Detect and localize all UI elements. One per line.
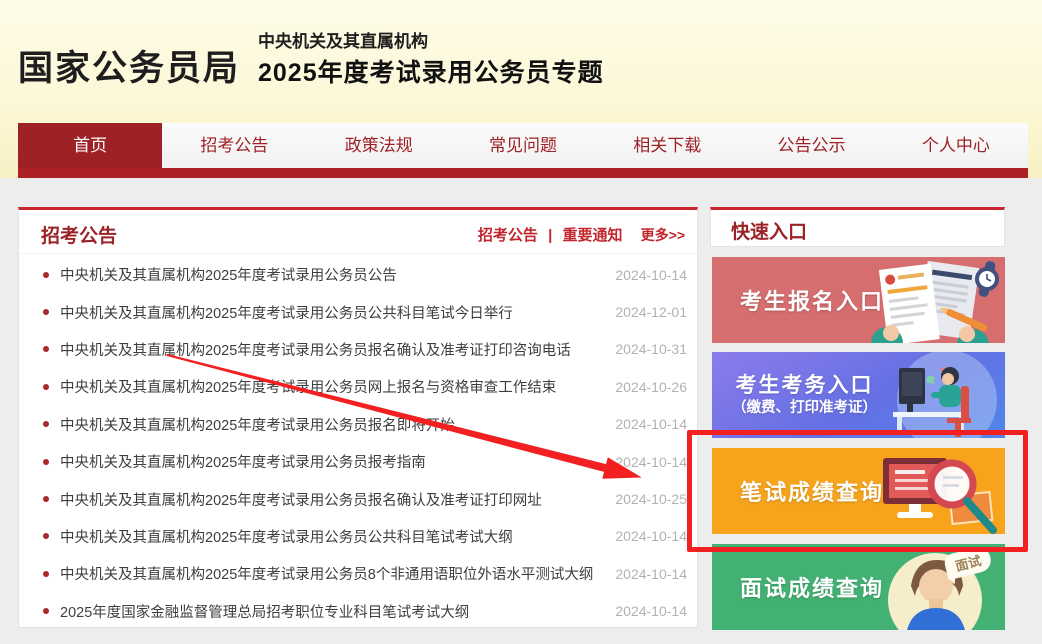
banner-label: 笔试成绩查询 <box>740 475 884 507</box>
banner-exam-service-entry[interactable]: 考生考务入口 （缴费、打印准考证） <box>712 352 1005 438</box>
announcements-list: 中央机关及其直属机构2025年度考试录用公务员公告 2024-10-14 中央机… <box>19 254 697 630</box>
banner-label: 考生报名入口 <box>740 284 884 316</box>
banner-sublabel: （缴费、打印准考证） <box>732 399 877 417</box>
bullet-icon <box>43 346 49 352</box>
announcement-date: 2024-10-14 <box>615 528 687 544</box>
banner-interview-score-inquiry[interactable]: 面试成绩查询 面试 <box>712 544 1005 630</box>
list-item[interactable]: 中央机关及其直属机构2025年度考试录用公务员报名即将开始 2024-10-14 <box>19 406 697 443</box>
list-item[interactable]: 中央机关及其直属机构2025年度考试录用公务员报名确认及准考证打印咨询电话 20… <box>19 331 697 368</box>
bullet-icon <box>43 421 49 427</box>
list-item[interactable]: 中央机关及其直属机构2025年度考试录用公务员报名确认及准考证打印网址 2024… <box>19 480 697 517</box>
announcement-date: 2024-10-26 <box>615 379 687 395</box>
filter-link-announcements[interactable]: 招考公告 <box>478 227 538 244</box>
announcement-link[interactable]: 2025年度国家金融监督管理总局招考职位专业科目笔试考试大纲 <box>60 601 607 622</box>
announcement-date: 2024-10-14 <box>615 454 687 470</box>
announcement-link[interactable]: 中央机关及其直属机构2025年度考试录用公务员8个非通用语职位外语水平测试大纲 <box>60 563 607 584</box>
announcements-panel: 招考公告 招考公告 | 重要通知 更多>> 中央机关及其直属机构2025年度考试… <box>18 207 698 628</box>
nav-tab-policies[interactable]: 政策法规 <box>307 123 451 168</box>
page-title: 2025年度考试录用公务员专题 <box>258 53 604 89</box>
quick-entry-panel: 快速入口 <box>710 207 1005 247</box>
announcement-link[interactable]: 中央机关及其直属机构2025年度考试录用公务员网上报名与资格审查工作结束 <box>60 376 607 397</box>
announcements-filters: 招考公告 | 重要通知 更多>> <box>478 224 685 245</box>
list-item[interactable]: 中央机关及其直属机构2025年度考试录用公务员8个非通用语职位外语水平测试大纲 … <box>19 555 697 592</box>
bullet-icon <box>43 533 49 539</box>
announcements-title: 招考公告 <box>41 221 117 248</box>
bullet-icon <box>43 459 49 465</box>
nav-tab-faq[interactable]: 常见问题 <box>451 123 595 168</box>
banner-written-score-inquiry[interactable]: 笔试成绩查询 <box>712 448 1005 534</box>
bullet-icon <box>43 608 49 614</box>
list-item[interactable]: 中央机关及其直属机构2025年度考试录用公务员公共科目笔试今日举行 2024-1… <box>19 293 697 330</box>
announcement-date: 2024-10-25 <box>615 491 687 507</box>
banner-label: 考生考务入口 （缴费、打印准考证） <box>732 373 877 417</box>
announcement-date: 2024-10-14 <box>615 566 687 582</box>
exam-service-illustration <box>855 352 1005 438</box>
announcement-link[interactable]: 中央机关及其直属机构2025年度考试录用公务员报名确认及准考证打印网址 <box>60 489 607 510</box>
bullet-icon <box>43 272 49 278</box>
bullet-icon <box>43 384 49 390</box>
list-item[interactable]: 中央机关及其直属机构2025年度考试录用公务员网上报名与资格审查工作结束 202… <box>19 368 697 405</box>
nav-tabs: 首页 招考公告 政策法规 常见问题 相关下载 公告公示 个人中心 <box>18 123 1028 168</box>
announcement-date: 2024-12-01 <box>615 304 687 320</box>
banner-candidate-registration[interactable]: 考生报名入口 <box>712 257 1005 343</box>
announcement-link[interactable]: 中央机关及其直属机构2025年度考试录用公务员报名确认及准考证打印咨询电话 <box>60 339 607 360</box>
more-link[interactable]: 更多>> <box>641 227 685 243</box>
announcement-link[interactable]: 中央机关及其直属机构2025年度考试录用公务员公共科目笔试今日举行 <box>60 302 607 323</box>
filter-link-important[interactable]: 重要通知 <box>562 227 622 244</box>
nav-bottom-strip <box>18 168 1028 178</box>
list-item[interactable]: 2025年度国家金融监督管理总局招考职位专业科目笔试考试大纲 2024-10-1… <box>19 593 697 630</box>
announcement-date: 2024-10-14 <box>615 267 687 283</box>
announcement-link[interactable]: 中央机关及其直属机构2025年度考试录用公务员报考指南 <box>60 451 607 472</box>
announcement-date: 2024-10-14 <box>615 416 687 432</box>
nav-tab-notices[interactable]: 公告公示 <box>739 123 883 168</box>
bullet-icon <box>43 571 49 577</box>
nav-tab-personal-center[interactable]: 个人中心 <box>884 123 1028 168</box>
list-item[interactable]: 中央机关及其直属机构2025年度考试录用公务员公告 2024-10-14 <box>19 256 697 293</box>
list-item[interactable]: 中央机关及其直属机构2025年度考试录用公务员报考指南 2024-10-14 <box>19 443 697 480</box>
filter-separator: | <box>548 227 552 244</box>
main-navbar: 首页 招考公告 政策法规 常见问题 相关下载 公告公示 个人中心 <box>18 123 1028 178</box>
announcement-date: 2024-10-14 <box>615 603 687 619</box>
header-subtitle-line1: 中央机关及其直属机构 <box>258 27 428 52</box>
bullet-icon <box>43 309 49 315</box>
quick-entry-title: 快速入口 <box>731 217 807 244</box>
nav-tab-downloads[interactable]: 相关下载 <box>595 123 739 168</box>
announcements-panel-header: 招考公告 招考公告 | 重要通知 更多>> <box>19 210 697 254</box>
bullet-icon <box>43 496 49 502</box>
site-logo-text: 国家公务员局 <box>18 40 240 91</box>
announcement-link[interactable]: 中央机关及其直属机构2025年度考试录用公务员报名即将开始 <box>60 414 607 435</box>
watch-icon <box>975 260 999 297</box>
announcement-link[interactable]: 中央机关及其直属机构2025年度考试录用公务员公告 <box>60 264 607 285</box>
list-item[interactable]: 中央机关及其直属机构2025年度考试录用公务员公共科目笔试考试大纲 2024-1… <box>19 518 697 555</box>
nav-tab-announcements[interactable]: 招考公告 <box>162 123 306 168</box>
announcement-date: 2024-10-31 <box>615 341 687 357</box>
banner-label: 面试成绩查询 <box>740 571 884 603</box>
announcement-link[interactable]: 中央机关及其直属机构2025年度考试录用公务员公共科目笔试考试大纲 <box>60 526 607 547</box>
